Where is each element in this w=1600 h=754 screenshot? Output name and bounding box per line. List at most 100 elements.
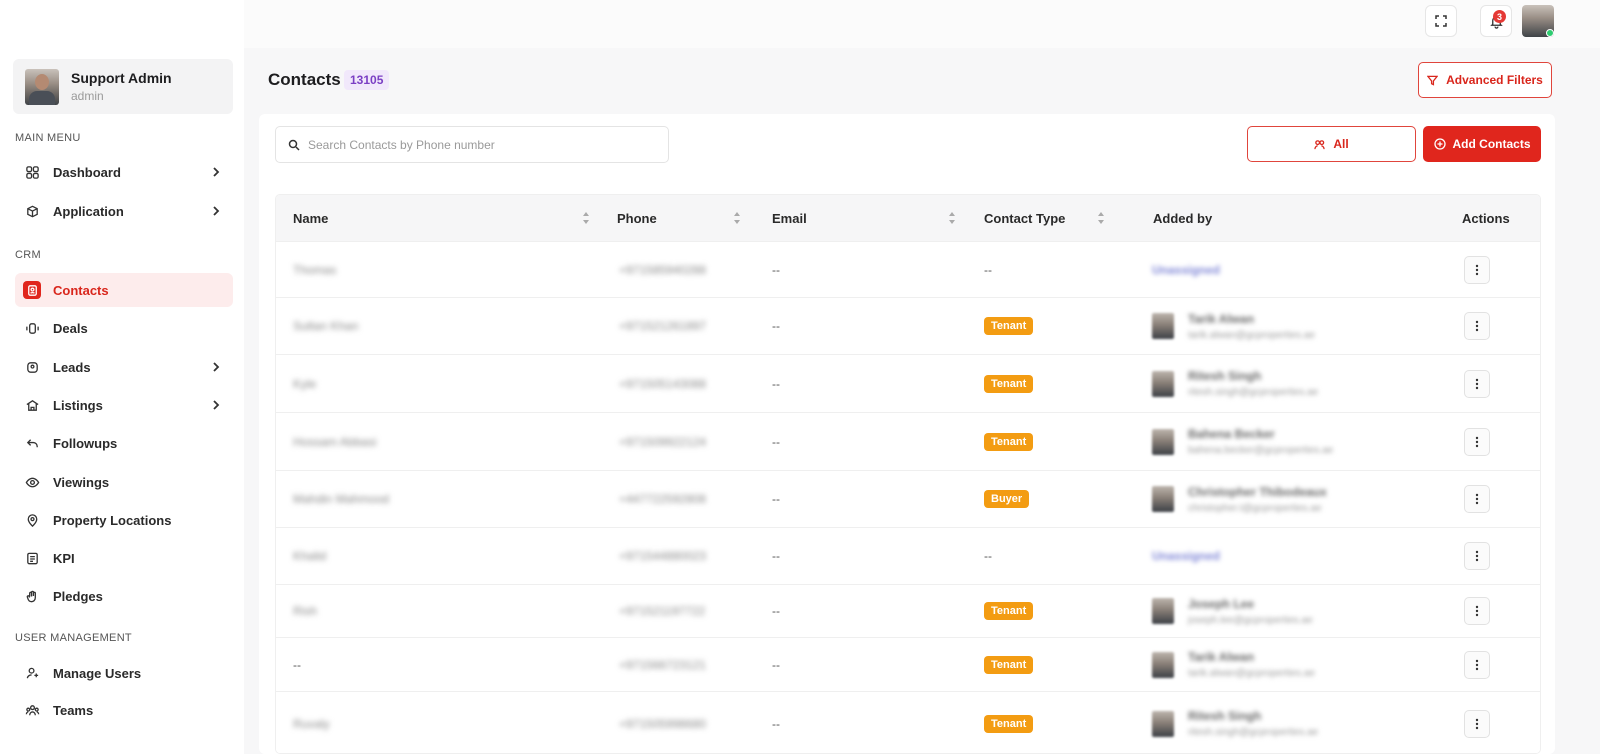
table-row[interactable]: Thomas +971585940288 -- -- Unassigned xyxy=(276,241,1540,297)
row-actions-button[interactable] xyxy=(1464,485,1490,513)
cell-phone: +971505143088 xyxy=(619,355,706,412)
cell-actions xyxy=(1464,528,1490,584)
cell-added-by: Ritesh Singh ritesh.singh@gcproperties.ae xyxy=(1152,692,1318,753)
contact-name[interactable]: Ruvaly xyxy=(293,717,330,731)
table-row[interactable]: Khalid +971544880023 -- -- Unassigned xyxy=(276,527,1540,584)
sort-icon[interactable] xyxy=(1097,211,1105,225)
sidebar-item-dashboard[interactable]: Dashboard xyxy=(15,155,233,189)
sort-icon[interactable] xyxy=(582,211,590,225)
row-actions-button[interactable] xyxy=(1464,650,1490,679)
row-actions-button[interactable] xyxy=(1464,709,1490,738)
cell-phone: +971544880023 xyxy=(619,528,706,584)
contact-phone: +971509922124 xyxy=(619,434,707,449)
sidebar-item-pledges[interactable]: Pledges xyxy=(15,579,233,613)
cell-actions xyxy=(1464,298,1490,354)
cell-contact-type: Tenant xyxy=(984,413,1034,470)
cell-phone: +971521261897 xyxy=(619,298,706,354)
chevron-right-icon xyxy=(213,362,220,372)
dashboard-icon xyxy=(24,164,40,180)
fullscreen-button[interactable] xyxy=(1425,5,1457,37)
filter-icon xyxy=(1427,75,1439,86)
table-row[interactable]: Mahdin Mahmood +447722592808 -- Buyer Christ… xyxy=(276,470,1540,527)
column-header-email[interactable]: Email xyxy=(772,195,807,241)
cell-added-by: Tarik Alwan tarik.alwan@gcproperties.ae xyxy=(1152,298,1315,354)
contact-name[interactable]: Sultan Khan xyxy=(293,319,358,333)
avatar xyxy=(1152,486,1174,512)
deals-icon xyxy=(24,320,40,336)
all-filter-button[interactable]: All xyxy=(1247,126,1416,162)
contact-email: -- xyxy=(772,492,780,506)
hand-icon xyxy=(24,588,40,604)
row-actions-button[interactable] xyxy=(1464,427,1490,456)
cell-email: -- xyxy=(772,413,780,470)
user-profile-card[interactable]: Support Admin admin xyxy=(13,59,233,114)
column-header-contact-type[interactable]: Contact Type xyxy=(984,195,1065,241)
plus-circle-icon xyxy=(1433,138,1446,150)
contact-email: -- xyxy=(772,262,780,277)
avatar xyxy=(1152,598,1174,624)
contact-phone: +971585940288 xyxy=(619,262,707,277)
sidebar-item-manage-users[interactable]: Manage Users xyxy=(15,656,233,690)
column-header-name[interactable]: Name xyxy=(293,195,328,241)
sidebar-item-listings[interactable]: Listings xyxy=(15,388,233,422)
sidebar-item-leads[interactable]: Leads xyxy=(15,350,233,384)
cell-email: -- xyxy=(772,298,780,354)
search-input[interactable] xyxy=(308,137,648,152)
table-row[interactable]: Kyle +971505143088 -- Tenant Ritesh Singh rit… xyxy=(276,354,1540,412)
contact-name[interactable]: -- xyxy=(293,658,301,672)
row-actions-button[interactable] xyxy=(1464,369,1490,398)
added-by-agent: Tarik Alwan tarik.alwan@gcproperties.ae xyxy=(1152,650,1315,679)
cell-contact-type: Tenant xyxy=(984,692,1034,753)
contact-type-badge: Tenant xyxy=(984,374,1034,393)
notifications-button[interactable]: 3 xyxy=(1480,5,1512,37)
cell-name: -- xyxy=(293,638,301,691)
agent-name: Christopher Thibodeaux xyxy=(1188,484,1327,499)
sidebar-item-property-locations[interactable]: Property Locations xyxy=(15,503,233,537)
table-row[interactable]: Rish +971521197722 -- Tenant Joseph Lee josep… xyxy=(276,584,1540,637)
cell-contact-type: Buyer xyxy=(984,471,1030,527)
table-row[interactable]: Sultan Khan +971521261897 -- Tenant Tarik Al… xyxy=(276,297,1540,354)
sidebar-item-teams[interactable]: Teams xyxy=(15,693,233,727)
add-contacts-button[interactable]: Add Contacts xyxy=(1423,126,1541,162)
row-actions-button[interactable] xyxy=(1464,312,1490,340)
sidebar-item-label: KPI xyxy=(53,550,75,566)
contact-name[interactable]: Kyle xyxy=(293,377,316,391)
row-actions-button[interactable] xyxy=(1464,597,1490,625)
table-row[interactable]: -- +971566723121 -- Tenant Tarik Alwan tarik.… xyxy=(276,637,1540,691)
topbar xyxy=(244,0,1600,48)
cell-actions xyxy=(1464,242,1490,297)
column-header-phone[interactable]: Phone xyxy=(617,195,657,241)
contact-name[interactable]: Khalid xyxy=(293,549,326,563)
sidebar-item-followups[interactable]: Followups xyxy=(15,426,233,460)
contact-name[interactable]: Hossam Abbasi xyxy=(293,435,376,449)
chevron-right-icon xyxy=(213,167,220,177)
contact-phone: +971505998680 xyxy=(619,716,707,731)
contact-name[interactable]: Thomas xyxy=(293,263,336,277)
advanced-filters-button[interactable]: Advanced Filters xyxy=(1418,62,1552,98)
more-vertical-icon xyxy=(1475,436,1479,447)
location-pin-icon xyxy=(24,512,40,528)
sidebar-item-label: Application xyxy=(53,203,124,219)
sidebar-item-contacts[interactable]: Contacts xyxy=(15,273,233,307)
cell-email: -- xyxy=(772,471,780,527)
agent-email: christopher.t@gcproperties.ae xyxy=(1188,502,1322,514)
sidebar-item-kpi[interactable]: KPI xyxy=(15,541,233,575)
agent-name: Ritesh Singh xyxy=(1188,369,1262,383)
contact-name[interactable]: Mahdin Mahmood xyxy=(293,492,389,506)
sidebar-item-label: Manage Users xyxy=(53,665,142,681)
sidebar-item-viewings[interactable]: Viewings xyxy=(15,465,233,499)
more-vertical-icon xyxy=(1475,264,1479,275)
row-actions-button[interactable] xyxy=(1464,542,1490,570)
sort-icon[interactable] xyxy=(733,211,741,225)
contact-name[interactable]: Rish xyxy=(293,604,317,618)
table-row[interactable]: Ruvaly +971505998680 -- Tenant Ritesh Singh r… xyxy=(276,691,1540,753)
row-actions-button[interactable] xyxy=(1464,255,1490,284)
sidebar-item-application[interactable]: Application xyxy=(15,194,233,228)
agent-name: Tarik Alwan xyxy=(1188,311,1255,326)
table-row[interactable]: Hossam Abbasi +971509922124 -- Tenant Bahena… xyxy=(276,412,1540,470)
sidebar-item-deals[interactable]: Deals xyxy=(15,311,233,345)
cell-contact-type: -- xyxy=(984,528,992,584)
search-box[interactable] xyxy=(275,126,669,163)
contact-email: -- xyxy=(772,549,780,563)
sort-icon[interactable] xyxy=(948,211,956,225)
